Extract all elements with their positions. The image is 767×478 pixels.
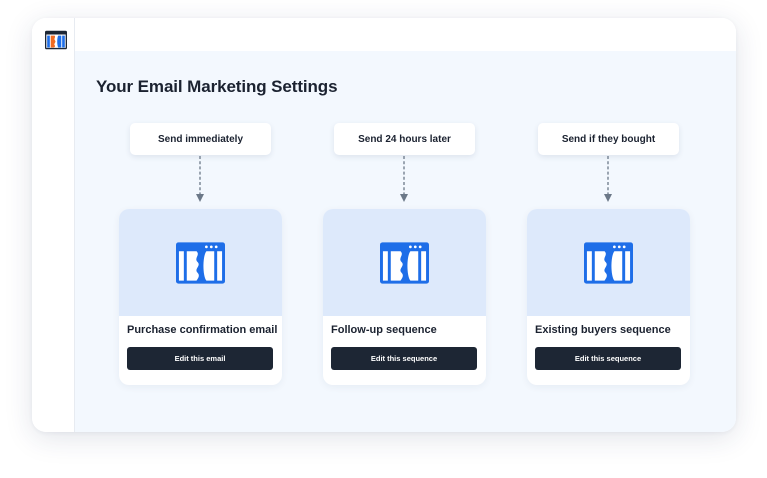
- arrow-down-icon: [400, 156, 408, 202]
- email-card: Existing buyers sequence Edit this seque…: [527, 209, 690, 385]
- arrow-down-icon: [604, 156, 612, 202]
- card-title: Purchase confirmation email: [127, 324, 278, 336]
- email-card: Purchase confirmation email Edit this em…: [119, 209, 282, 385]
- email-card: Follow-up sequence Edit this sequence: [323, 209, 486, 385]
- clickfunnels-logo-icon: [380, 242, 429, 284]
- edit-email-button[interactable]: Edit this email: [127, 347, 273, 370]
- clickfunnels-logo-icon: [584, 242, 633, 284]
- page-title: Your Email Marketing Settings: [96, 77, 338, 96]
- card-media: [119, 209, 282, 316]
- trigger-box[interactable]: Send immediately: [130, 123, 271, 155]
- clickfunnels-logo-icon[interactable]: [45, 30, 67, 50]
- clickfunnels-logo-icon: [176, 242, 225, 284]
- card-media: [323, 209, 486, 316]
- edit-sequence-button[interactable]: Edit this sequence: [331, 347, 477, 370]
- trigger-box[interactable]: Send if they bought: [538, 123, 679, 155]
- top-bar: [75, 18, 736, 51]
- card-title: Follow-up sequence: [331, 324, 437, 336]
- card-media: [527, 209, 690, 316]
- app-window: Your Email Marketing Settings Send immed…: [32, 18, 736, 432]
- edit-sequence-button[interactable]: Edit this sequence: [535, 347, 681, 370]
- sidebar: [32, 18, 75, 432]
- trigger-box[interactable]: Send 24 hours later: [334, 123, 475, 155]
- main-content: Your Email Marketing Settings Send immed…: [75, 51, 736, 432]
- card-title: Existing buyers sequence: [535, 324, 671, 336]
- arrow-down-icon: [196, 156, 204, 202]
